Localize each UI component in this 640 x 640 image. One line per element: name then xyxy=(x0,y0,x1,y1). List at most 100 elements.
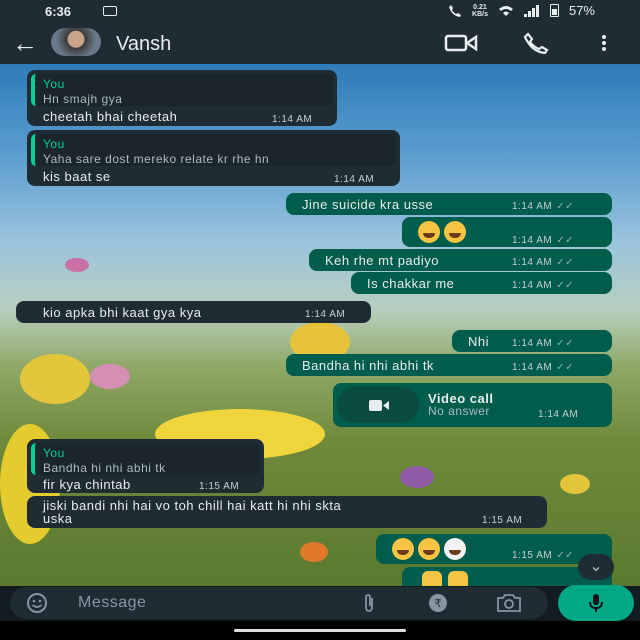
wallpaper-flower xyxy=(90,364,130,389)
sim-icon xyxy=(103,6,117,16)
quote-text: Hn smajh gya xyxy=(43,92,123,106)
message-time: 1:14 AM xyxy=(305,309,346,320)
arrow-left-icon[interactable]: ← xyxy=(12,28,38,58)
call-status: No answer xyxy=(428,404,490,418)
incoming-message[interactable]: kio apka bhi kaat gya kya 1:14 AM xyxy=(16,301,371,323)
message-time: 1:14 AM xyxy=(272,114,313,125)
message-meta: 1:14 AM ✓✓ xyxy=(512,338,574,349)
message-time: 1:14 AM xyxy=(334,174,375,185)
incoming-message[interactable]: You Bandha hi nhi abhi tk fir kya chinta… xyxy=(27,439,264,493)
message-text: Bandha hi nhi abhi tk xyxy=(302,358,434,373)
svg-text:₹: ₹ xyxy=(435,597,442,610)
more-vertical-icon[interactable] xyxy=(600,32,608,54)
outgoing-message[interactable]: Is chakkar me 1:14 AM ✓✓ xyxy=(351,272,612,294)
quoted-reply[interactable]: You Yaha sare dost mereko relate kr rhe … xyxy=(31,134,396,166)
message-meta: 1:14 AM ✓✓ xyxy=(512,235,574,246)
wallpaper-flower xyxy=(400,466,434,488)
outgoing-message[interactable]: Bandha hi nhi abhi tk 1:14 AM ✓✓ xyxy=(286,354,612,376)
message-text: Nhi xyxy=(468,334,490,349)
status-time: 6:36 xyxy=(45,4,72,19)
net-speed: 0.21 KB/s xyxy=(472,3,488,18)
call-active-icon xyxy=(449,4,462,17)
quote-text: Yaha sare dost mereko relate kr rhe hn xyxy=(43,152,270,166)
outgoing-message[interactable]: Keh rhe mt padiyo 1:14 AM ✓✓ xyxy=(309,249,612,271)
message-text: kis baat se xyxy=(43,169,111,184)
incoming-message[interactable]: You Hn smajh gya cheetah bhai cheetah 1:… xyxy=(27,70,337,126)
crying-face-emoji xyxy=(418,221,470,243)
outgoing-message[interactable]: Jine suicide kra usse 1:14 AM ✓✓ xyxy=(286,193,612,215)
read-ticks-icon: ✓✓ xyxy=(556,257,574,268)
scroll-down-button[interactable]: ⌄ xyxy=(578,554,614,580)
outgoing-message[interactable]: 1:14 AM ✓✓ xyxy=(402,217,612,247)
message-time: 1:14 AM xyxy=(512,338,553,349)
incoming-message[interactable]: jiski bandi nhi hai vo toh chill hai kat… xyxy=(27,496,547,528)
emoji-icon[interactable] xyxy=(26,592,48,614)
quoted-reply[interactable]: You Hn smajh gya xyxy=(31,74,333,106)
message-text-line: jiski bandi nhi hai vo toh chill hai kat… xyxy=(43,498,342,513)
message-time: 1:14 AM xyxy=(512,201,553,212)
thumbs-up-emoji xyxy=(422,571,474,586)
camera-icon[interactable] xyxy=(496,593,522,613)
mic-button[interactable] xyxy=(558,585,634,621)
wifi-icon xyxy=(498,5,513,16)
quote-author: You xyxy=(43,137,65,151)
video-call-icon xyxy=(369,400,389,411)
chat-header: ← Vansh xyxy=(0,24,640,64)
quote-author: You xyxy=(43,446,65,460)
message-time: 1:14 AM xyxy=(512,257,553,268)
status-bar: 6:36 0.21 KB/s 57% xyxy=(0,0,640,24)
wallpaper-flower xyxy=(65,258,89,272)
read-ticks-icon: ✓✓ xyxy=(556,338,574,349)
signal-icon xyxy=(523,4,539,17)
read-ticks-icon: ✓✓ xyxy=(556,550,574,561)
wallpaper-flower xyxy=(20,354,90,404)
message-text: kio apka bhi kaat gya kya xyxy=(43,305,202,320)
video-call-icon[interactable] xyxy=(444,32,478,54)
phone-icon[interactable] xyxy=(522,32,552,54)
paperclip-icon[interactable] xyxy=(360,593,378,613)
read-ticks-icon: ✓✓ xyxy=(556,280,574,291)
message-time: 1:14 AM xyxy=(512,235,553,246)
battery-percent: 57% xyxy=(568,3,595,18)
message-meta: 1:14 AM ✓✓ xyxy=(512,362,574,373)
message-meta: 1:14 AM ✓✓ xyxy=(512,280,574,291)
mic-icon xyxy=(589,594,603,612)
message-composer[interactable]: Message ₹ xyxy=(10,587,548,619)
message-meta: 1:14 AM ✓✓ xyxy=(512,257,574,268)
quoted-reply[interactable]: You Bandha hi nhi abhi tk xyxy=(31,443,260,475)
rupee-icon[interactable]: ₹ xyxy=(428,593,448,613)
incoming-message[interactable]: You Yaha sare dost mereko relate kr rhe … xyxy=(27,130,400,186)
contact-name[interactable]: Vansh xyxy=(116,33,171,56)
message-text: Keh rhe mt padiyo xyxy=(325,253,440,268)
read-ticks-icon: ✓✓ xyxy=(556,201,574,212)
message-input[interactable]: Message xyxy=(78,594,146,612)
missed-video-call[interactable]: Video call No answer 1:14 AM xyxy=(333,383,612,427)
message-text: fir kya chintab xyxy=(43,477,131,492)
read-ticks-icon: ✓✓ xyxy=(556,235,574,246)
read-ticks-icon: ✓✓ xyxy=(556,362,574,373)
message-meta: 1:15 AM ✓✓ xyxy=(512,550,574,561)
message-time: 1:15 AM xyxy=(512,550,553,561)
message-time: 1:14 AM xyxy=(512,362,553,373)
wallpaper-flower xyxy=(560,474,590,494)
message-meta: 1:14 AM ✓✓ xyxy=(512,201,574,212)
outgoing-message[interactable]: 1:15 AM ✓✓ xyxy=(376,534,612,564)
home-gesture-bar[interactable] xyxy=(234,629,406,632)
message-text: cheetah bhai cheetah xyxy=(43,109,178,124)
quote-author: You xyxy=(43,77,65,91)
quote-text: Bandha hi nhi abhi tk xyxy=(43,461,166,475)
message-time: 1:15 AM xyxy=(482,515,523,526)
system-nav-bar xyxy=(0,621,640,640)
message-time: 1:15 AM xyxy=(199,481,240,492)
message-text: Is chakkar me xyxy=(367,276,455,291)
chat-area[interactable]: You Hn smajh gya cheetah bhai cheetah 1:… xyxy=(0,64,640,586)
outgoing-message[interactable]: Nhi 1:14 AM ✓✓ xyxy=(452,330,612,352)
wallpaper-flower xyxy=(300,542,328,562)
message-time: 1:14 AM xyxy=(512,280,553,291)
message-text: Jine suicide kra usse xyxy=(302,197,434,212)
message-time: 1:14 AM xyxy=(538,409,579,420)
message-text-line: uska xyxy=(43,511,73,526)
laughing-emoji xyxy=(392,538,470,560)
battery-icon xyxy=(549,4,559,17)
avatar[interactable] xyxy=(51,28,101,56)
